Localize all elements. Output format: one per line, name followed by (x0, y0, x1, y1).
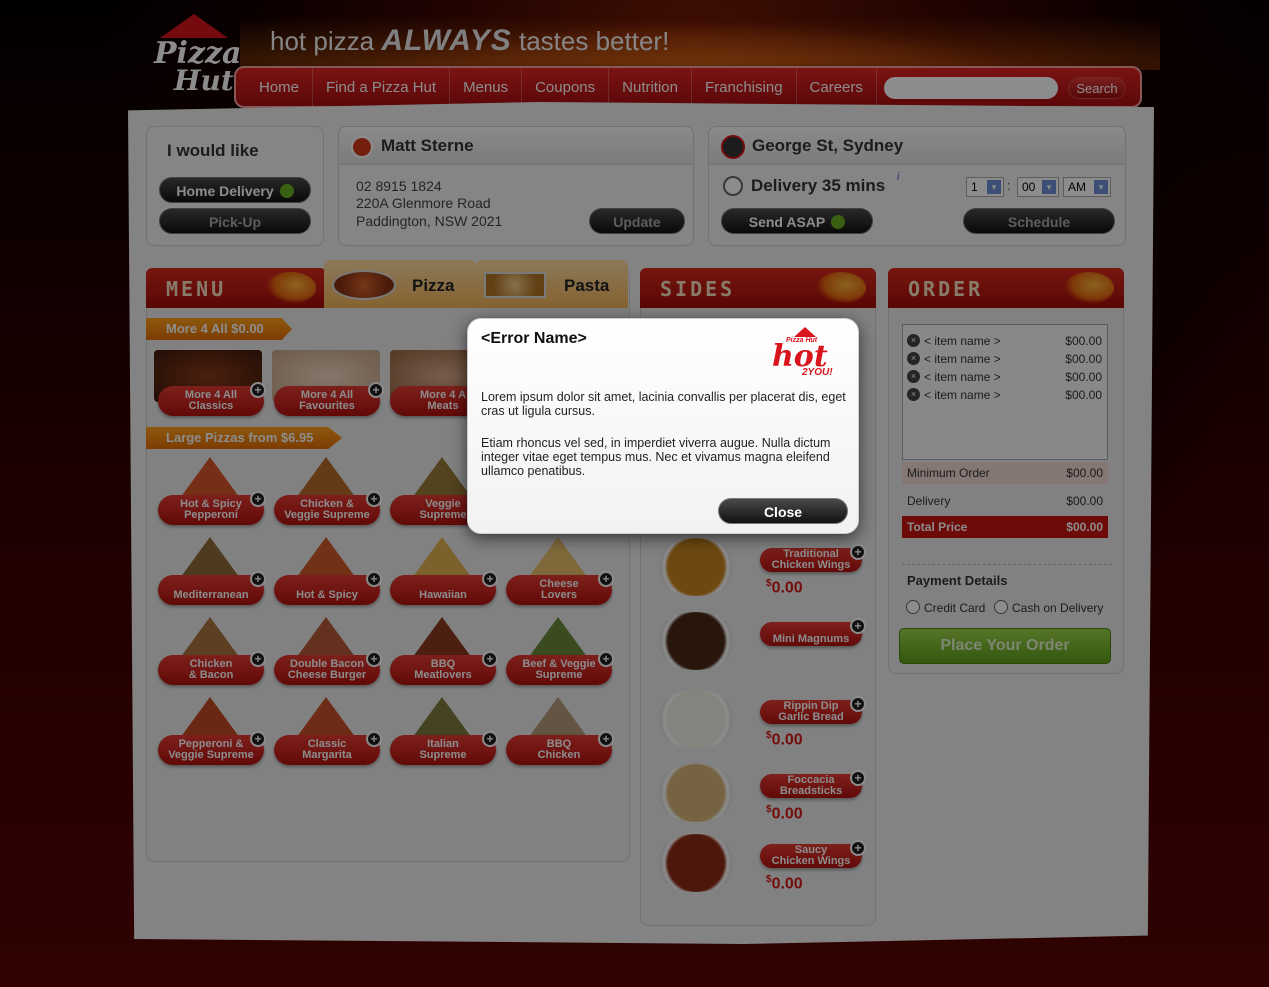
error-message-1: Lorem ipsum dolor sit amet, lacinia conv… (481, 390, 846, 418)
hot-2-you-logo: Pizza Hut hot 2YOU! (756, 327, 852, 385)
error-message-2: Etiam rhoncus vel sed, in imperdiet vive… (481, 436, 831, 478)
logo-2you-text: 2YOU! (802, 367, 833, 378)
error-title: <Error Name> (481, 330, 587, 347)
error-modal: <Error Name> Pizza Hut hot 2YOU! Lorem i… (467, 318, 859, 534)
close-button[interactable]: Close (718, 498, 848, 524)
logo-hat-icon (794, 327, 816, 337)
